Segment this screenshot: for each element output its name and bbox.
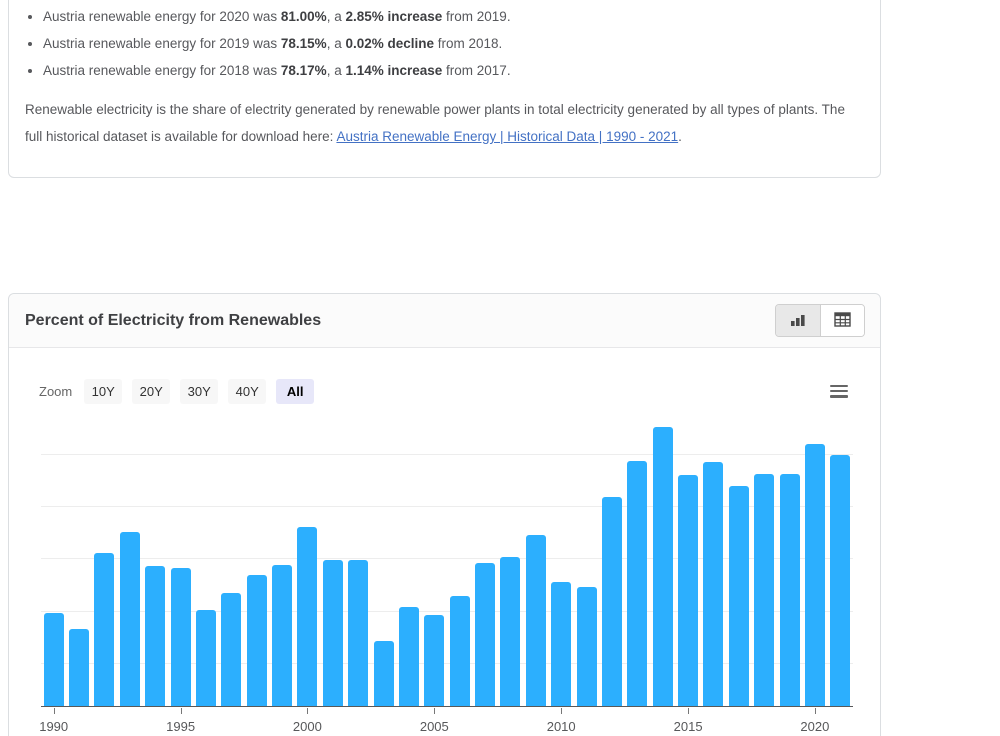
bar-2007[interactable] [475,562,496,706]
x-axis-tick-2020 [814,708,816,714]
bar-2012[interactable] [601,496,622,706]
bar-1990[interactable] [43,612,64,706]
summary-card: Austria renewable energy for 2020 was 81… [8,0,881,178]
bar-2006[interactable] [449,596,470,706]
historical-data-link[interactable]: Austria Renewable Energy | Historical Da… [336,129,678,144]
range-button-20y[interactable]: 20Y [132,378,171,404]
summary-list: Austria renewable energy for 2020 was 81… [25,3,864,84]
bar-2000[interactable] [297,526,318,706]
range-button-all[interactable]: All [276,378,315,404]
x-axis-tick-2015 [688,708,690,714]
gridline-80 [41,453,853,455]
x-axis-tick-1995 [180,708,182,714]
summary-bullet: Austria renewable energy for 2020 was 81… [43,3,864,30]
summary-paragraph: Renewable electricity is the share of el… [25,96,864,150]
table-icon [834,311,851,330]
bar-2018[interactable] [754,473,775,706]
bar-1993[interactable] [119,532,140,706]
bar-2009[interactable] [525,535,546,706]
bar-1997[interactable] [221,592,242,706]
x-axis-label-1995: 1995 [166,719,196,734]
range-button-40y[interactable]: 40Y [228,378,267,404]
bar-1994[interactable] [145,565,166,706]
chart-view-button[interactable] [776,305,820,336]
bar-2008[interactable] [500,557,521,706]
bar-1995[interactable] [170,567,191,706]
bar-chart-icon [790,312,806,329]
zoom-range-buttons: 10Y 20Y 30Y 40Y All [84,378,324,404]
bar-2005[interactable] [424,614,445,706]
x-axis-label-2010: 2010 [546,719,576,734]
summary-bullet: Austria renewable energy for 2018 was 78… [43,57,864,84]
hamburger-menu-icon[interactable] [830,384,848,398]
bar-2021[interactable] [830,454,851,706]
range-button-30y[interactable]: 30Y [180,378,219,404]
paragraph-text-end: . [678,129,682,144]
x-axis-label-2000: 2000 [292,719,322,734]
zoom-label: Zoom [39,383,73,399]
x-axis-tick-2005 [434,708,436,714]
x-axis-tick-1990 [53,708,55,714]
view-toggle [775,304,865,337]
x-axis-label-2005: 2005 [419,719,449,734]
x-axis-label-1990: 1990 [39,719,69,734]
bar-1996[interactable] [195,609,216,706]
bar-2011[interactable] [576,586,597,706]
bar-2016[interactable] [703,461,724,706]
range-button-10y[interactable]: 10Y [84,378,123,404]
chart-card: Percent of Electricity from Renewables Z… [8,293,881,736]
bar-2003[interactable] [373,641,394,706]
bar-1998[interactable] [246,575,267,706]
bar-2020[interactable] [804,444,825,706]
chart-title: Percent of Electricity from Renewables [25,311,322,329]
bar-2017[interactable] [728,486,749,706]
bar-1999[interactable] [272,564,293,706]
chart-plot: 1990 1995 2000 2005 2010 2015 2020 [39,421,853,734]
x-axis-label-2020: 2020 [800,719,830,734]
zoom-toolbar: Zoom 10Y 20Y 30Y 40Y All [39,378,848,404]
bar-1991[interactable] [69,628,90,706]
bar-2013[interactable] [627,460,648,706]
bar-2004[interactable] [398,606,419,706]
bar-2001[interactable] [322,560,343,706]
x-axis-tick-2000 [307,708,309,714]
bar-2019[interactable] [779,474,800,706]
bar-2015[interactable] [678,474,699,706]
chart-header: Percent of Electricity from Renewables [9,294,880,348]
table-view-button[interactable] [820,305,864,336]
summary-bullet: Austria renewable energy for 2019 was 78… [43,30,864,57]
page: Austria renewable energy for 2020 was 81… [0,0,1000,736]
bar-2010[interactable] [551,582,572,706]
bar-1992[interactable] [94,553,115,706]
x-axis-tick-2010 [561,708,563,714]
bar-2002[interactable] [348,560,369,706]
bar-2014[interactable] [652,427,673,706]
x-axis-label-2015: 2015 [673,719,703,734]
